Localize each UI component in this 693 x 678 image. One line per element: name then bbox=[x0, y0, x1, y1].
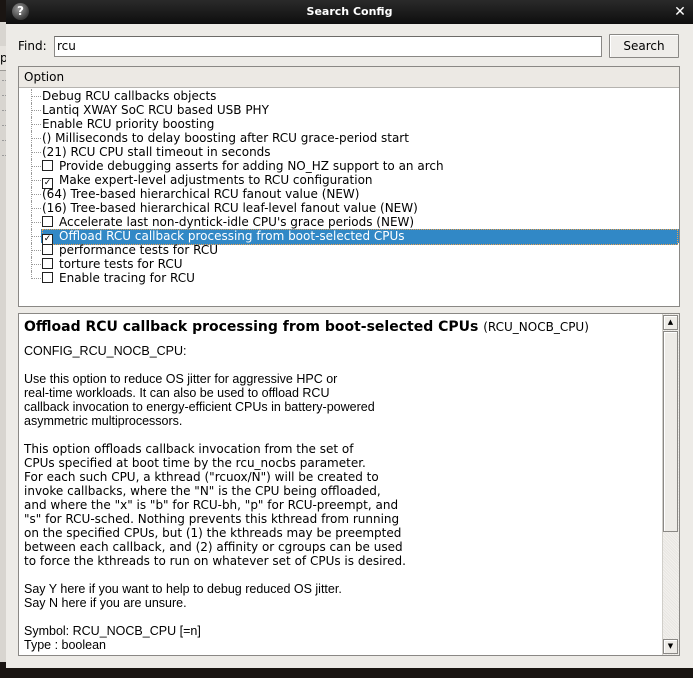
help-paragraph-3: Say Y here if you want to help to debug … bbox=[24, 582, 342, 610]
find-input[interactable] bbox=[54, 36, 602, 57]
checkbox-unchecked-icon[interactable] bbox=[42, 244, 53, 255]
tree-branch-line bbox=[31, 271, 41, 279]
result-item-label: Accelerate last non-dyntick-idle CPU's g… bbox=[59, 215, 415, 229]
option-column-header[interactable]: Option bbox=[19, 67, 679, 88]
checkbox-unchecked-icon[interactable] bbox=[42, 160, 53, 171]
result-item-content: Debug RCU callbacks objects bbox=[42, 89, 218, 103]
help-scrollbar[interactable]: ▲ ▼ bbox=[662, 314, 679, 655]
results-list: Debug RCU callbacks objects Lantiq XWAY S… bbox=[19, 88, 679, 285]
tree-branch-line bbox=[31, 201, 41, 209]
results-tree[interactable]: Option Debug RCU callbacks objects Lantiq… bbox=[18, 66, 680, 307]
tree-connector-line bbox=[31, 166, 32, 173]
scroll-thumb[interactable] bbox=[663, 331, 678, 532]
result-item-content: Provide debugging asserts for adding NO_… bbox=[42, 159, 446, 173]
tree-branch-line bbox=[31, 89, 41, 97]
tree-connector-line bbox=[31, 208, 32, 215]
result-item[interactable]: ✓ Offload RCU callback processing from bo… bbox=[19, 229, 679, 245]
close-icon[interactable]: ✕ bbox=[671, 0, 689, 24]
tree-branch-line bbox=[31, 229, 41, 237]
help-title: Offload RCU callback processing from boo… bbox=[24, 317, 654, 337]
tree-connector-line bbox=[31, 96, 32, 103]
result-item-content: Accelerate last non-dyntick-idle CPU's g… bbox=[42, 215, 416, 229]
help-paragraph-1: Use this option to reduce OS jitter for … bbox=[24, 372, 375, 428]
title-bar[interactable]: ? Search Config ✕ bbox=[6, 0, 693, 24]
result-item[interactable]: torture tests for RCU bbox=[19, 257, 679, 271]
result-item-label: Offload RCU callback processing from boo… bbox=[59, 229, 405, 243]
tree-branch-line bbox=[31, 187, 41, 195]
result-item[interactable]: Provide debugging asserts for adding NO_… bbox=[19, 159, 679, 173]
result-item[interactable]: (21) RCU CPU stall timeout in seconds bbox=[19, 145, 679, 159]
checkbox-unchecked-icon[interactable] bbox=[42, 216, 53, 227]
tree-connector-line bbox=[31, 180, 32, 187]
result-item-label: Debug RCU callbacks objects bbox=[42, 89, 217, 103]
result-item-label: Lantiq XWAY SoC RCU based USB PHY bbox=[42, 103, 269, 117]
result-item[interactable]: Accelerate last non-dyntick-idle CPU's g… bbox=[19, 215, 679, 229]
result-item-content: (16) Tree-based hierarchical RCU leaf-le… bbox=[42, 201, 420, 215]
tree-branch-line bbox=[31, 103, 41, 111]
result-item-label: (16) Tree-based hierarchical RCU leaf-le… bbox=[42, 201, 418, 215]
help-pane[interactable]: Offload RCU callback processing from boo… bbox=[18, 313, 680, 656]
result-item[interactable]: Lantiq XWAY SoC RCU based USB PHY bbox=[19, 103, 679, 117]
tree-connector-line bbox=[31, 110, 32, 117]
tree-branch-line bbox=[31, 173, 41, 181]
result-item-label: Make expert-level adjustments to RCU con… bbox=[59, 173, 373, 187]
result-item-content: torture tests for RCU bbox=[42, 257, 185, 271]
help-paragraph-2: This option offloads callback invocation… bbox=[24, 442, 406, 568]
result-item-content: Lantiq XWAY SoC RCU based USB PHY bbox=[42, 103, 271, 117]
tree-connector-line bbox=[31, 124, 32, 131]
result-item[interactable]: (16) Tree-based hierarchical RCU leaf-le… bbox=[19, 201, 679, 215]
help-symbol-tag: (RCU_NOCB_CPU) bbox=[483, 320, 589, 334]
search-config-dialog: ? Search Config ✕ Find: Search Option De… bbox=[6, 0, 693, 668]
result-item[interactable]: Enable tracing for RCU bbox=[19, 271, 679, 285]
tree-branch-line bbox=[31, 159, 41, 167]
result-item-label: Enable RCU priority boosting bbox=[42, 117, 215, 131]
tree-connector-line bbox=[31, 222, 32, 229]
help-symbol-line: Symbol: RCU_NOCB_CPU [=n] bbox=[24, 624, 201, 638]
result-item-label: Enable tracing for RCU bbox=[59, 271, 195, 285]
scroll-up-arrow-icon[interactable]: ▲ bbox=[663, 315, 678, 330]
help-content: Offload RCU callback processing from boo… bbox=[24, 317, 654, 652]
result-item-label: () Milliseconds to delay boosting after … bbox=[42, 131, 409, 145]
window-title: Search Config bbox=[306, 5, 393, 18]
tree-connector-line bbox=[31, 152, 32, 159]
result-item-label: Provide debugging asserts for adding NO_… bbox=[59, 159, 444, 173]
result-item-content: () Milliseconds to delay boosting after … bbox=[42, 131, 411, 145]
result-item-content: (64) Tree-based hierarchical RCU fanout … bbox=[42, 187, 361, 201]
tree-connector-line bbox=[31, 194, 32, 201]
result-item[interactable]: () Milliseconds to delay boosting after … bbox=[19, 131, 679, 145]
tree-branch-line bbox=[31, 257, 41, 265]
tree-branch-line bbox=[31, 215, 41, 223]
checkbox-unchecked-icon[interactable] bbox=[42, 258, 53, 269]
help-title-text: Offload RCU callback processing from boo… bbox=[24, 319, 479, 335]
tree-connector-line bbox=[31, 138, 32, 145]
search-button[interactable]: Search bbox=[609, 34, 679, 58]
tree-branch-line bbox=[31, 117, 41, 125]
result-item[interactable]: performance tests for RCU bbox=[19, 243, 679, 257]
result-item[interactable]: Debug RCU callbacks objects bbox=[19, 89, 679, 103]
find-label: Find: bbox=[18, 39, 47, 53]
tree-branch-line bbox=[31, 145, 41, 153]
result-item-label: torture tests for RCU bbox=[59, 257, 183, 271]
tree-branch-line bbox=[31, 131, 41, 139]
scroll-down-arrow-icon[interactable]: ▼ bbox=[663, 639, 678, 654]
help-config-name: CONFIG_RCU_NOCB_CPU: bbox=[24, 344, 187, 358]
result-item-content: performance tests for RCU bbox=[42, 243, 220, 257]
tree-connector-line bbox=[31, 264, 32, 271]
result-item[interactable]: (64) Tree-based hierarchical RCU fanout … bbox=[19, 187, 679, 201]
result-item-label: (21) RCU CPU stall timeout in seconds bbox=[42, 145, 271, 159]
result-item[interactable]: Enable RCU priority boosting bbox=[19, 117, 679, 131]
help-type-line: Type : boolean bbox=[24, 638, 107, 652]
result-item[interactable]: ✓ Make expert-level adjustments to RCU co… bbox=[19, 173, 679, 189]
tree-connector-line bbox=[31, 236, 32, 243]
result-item-content: Enable tracing for RCU bbox=[42, 271, 197, 285]
tree-connector-line bbox=[31, 250, 32, 257]
result-item-content: Enable RCU priority boosting bbox=[42, 117, 216, 131]
checkbox-unchecked-icon[interactable] bbox=[42, 272, 53, 283]
result-item-label: (64) Tree-based hierarchical RCU fanout … bbox=[42, 187, 360, 201]
tree-branch-line bbox=[31, 243, 41, 251]
result-item-label: performance tests for RCU bbox=[59, 243, 218, 257]
result-item-content: (21) RCU CPU stall timeout in seconds bbox=[42, 145, 273, 159]
